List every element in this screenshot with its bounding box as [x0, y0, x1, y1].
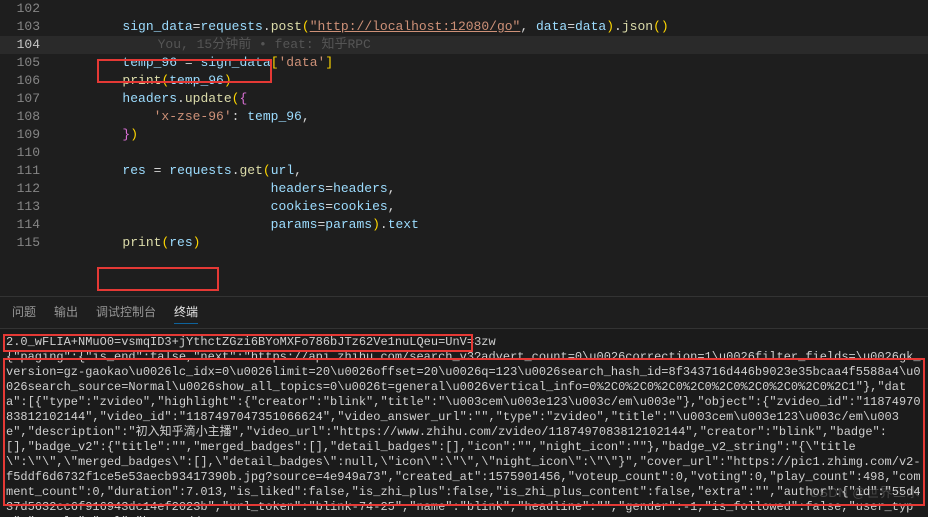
line-number: 102: [0, 0, 50, 18]
line-number: 107: [0, 90, 50, 108]
line-number: 109: [0, 126, 50, 144]
line-number: 115: [0, 234, 50, 252]
tab-debug[interactable]: 调试控制台: [96, 303, 156, 324]
tab-output[interactable]: 输出: [54, 303, 78, 324]
line-number: 105: [0, 54, 50, 72]
line-number: 112: [0, 180, 50, 198]
panel-tabs: 问题 输出 调试控制台 终端: [0, 296, 928, 329]
git-blame-annotation: You, 15分钟前 • feat: 知乎RPC: [154, 37, 371, 52]
line-number: 113: [0, 198, 50, 216]
line-number: 103: [0, 18, 50, 36]
line-number: 110: [0, 144, 50, 162]
code-token: sign_data: [122, 19, 192, 34]
line-number: 114: [0, 216, 50, 234]
terminal-line: 2.0_wFLIA+NMuO0=vsmqID3+jYthctZGzi6BYoMX…: [6, 335, 922, 350]
tab-problems[interactable]: 问题: [12, 303, 36, 324]
line-number: 111: [0, 162, 50, 180]
code-editor[interactable]: 102 103 sign_data=requests.post("http://…: [0, 0, 928, 296]
tab-terminal[interactable]: 终端: [174, 303, 198, 324]
line-number: 104: [0, 36, 50, 54]
terminal-output[interactable]: 2.0_wFLIA+NMuO0=vsmqID3+jYthctZGzi6BYoMX…: [0, 329, 928, 517]
line-number: 106: [0, 72, 50, 90]
line-number: 108: [0, 108, 50, 126]
terminal-line: {"paging":{"is_end":false,"next":"https:…: [6, 350, 922, 517]
watermark: CSDN @世界三水: [809, 482, 920, 501]
